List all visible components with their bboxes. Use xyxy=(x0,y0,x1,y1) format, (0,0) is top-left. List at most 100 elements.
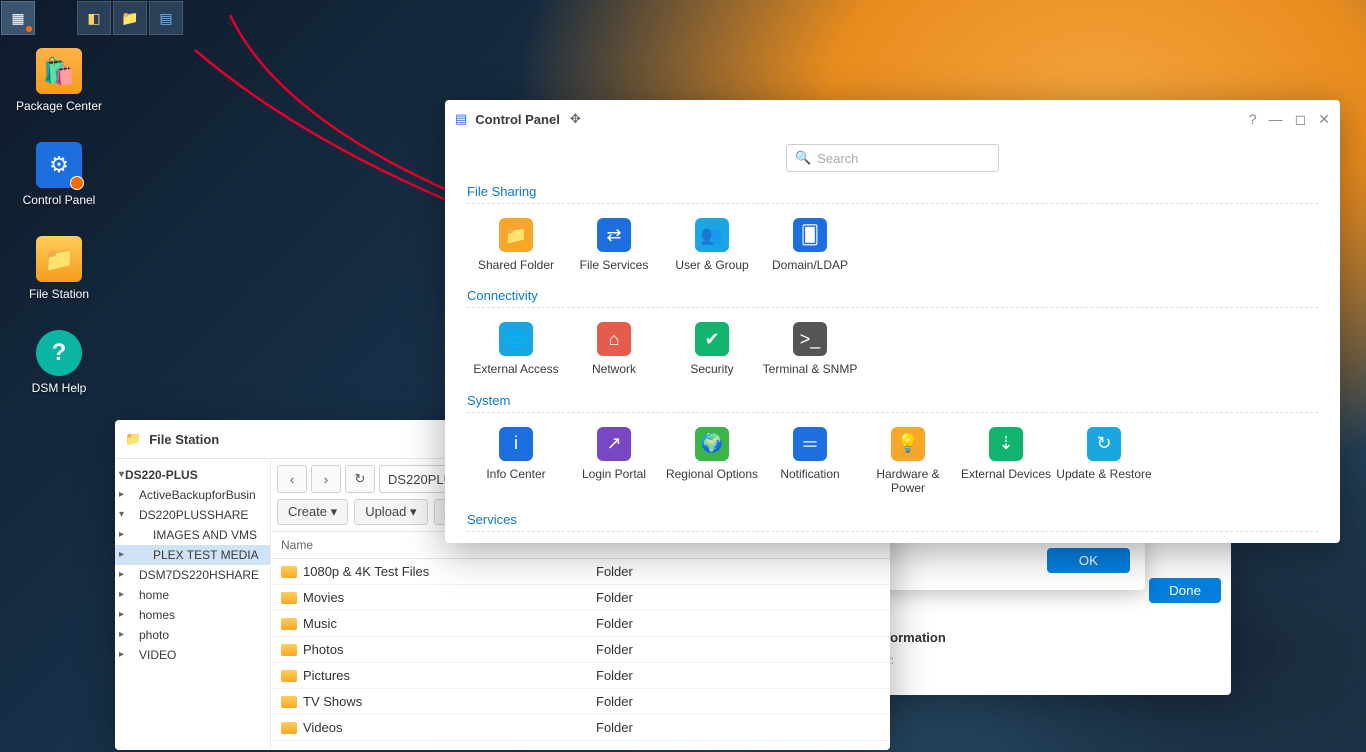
cp-item-user-group[interactable]: 👥 User & Group xyxy=(663,208,761,282)
icon-label: Package Center xyxy=(16,99,102,113)
window-title: File Station xyxy=(149,432,219,447)
cp-item-icon: ✔ xyxy=(695,322,729,356)
cp-item-icon: i xyxy=(499,427,533,461)
folder-icon xyxy=(281,566,297,578)
cp-item-label: Shared Folder xyxy=(478,258,554,272)
app-icon: ◧ xyxy=(87,10,100,27)
cp-item-hardware-power[interactable]: 💡Hardware & Power xyxy=(859,417,957,506)
file-row[interactable]: PhotosFolder xyxy=(271,637,890,663)
tree-node[interactable]: ▸IMAGES AND VMS xyxy=(115,525,270,545)
close-button[interactable]: ✕ xyxy=(1318,111,1330,128)
move-cursor-icon: ✥ xyxy=(570,111,581,127)
cp-item-label: Hardware & Power xyxy=(859,467,957,496)
section-connectivity: Connectivity xyxy=(467,288,1318,308)
ok-button[interactable]: OK xyxy=(1047,548,1130,573)
taskbar-app-2[interactable]: 📁 xyxy=(113,1,147,35)
taskbar-app-3[interactable]: ▤ xyxy=(149,1,183,35)
section-system: System xyxy=(467,393,1318,413)
file-row[interactable]: TV ShowsFolder xyxy=(271,689,890,715)
nav-forward-button[interactable]: › xyxy=(311,465,341,493)
cp-item-label: File Services xyxy=(580,258,649,272)
cp-item-file-services[interactable]: ⇄ File Services xyxy=(565,208,663,282)
cp-item-icon: 🌐 xyxy=(499,322,533,356)
help-button[interactable]: ? xyxy=(1249,111,1257,128)
cp-item-network[interactable]: ⌂Network xyxy=(565,312,663,386)
file-row[interactable]: PicturesFolder xyxy=(271,663,890,689)
desktop: ▦ ◧ 📁 ▤ 🛍️ Package Center ⚙ Control Pane… xyxy=(0,0,1366,752)
cp-item-external-access[interactable]: 🌐 External Access xyxy=(467,312,565,386)
file-row[interactable]: VideosFolder xyxy=(271,715,890,741)
tree-root[interactable]: ▾DS220-PLUS xyxy=(115,465,270,485)
cp-item-icon: ⇄ xyxy=(597,218,631,252)
tree-node[interactable]: ▸home xyxy=(115,585,270,605)
cp-item-icon: 🂠 xyxy=(793,218,827,252)
icon-label: DSM Help xyxy=(32,381,87,395)
cp-item-label: User & Group xyxy=(675,258,748,272)
tree-node[interactable]: ▸ActiveBackupforBusin xyxy=(115,485,270,505)
folder-icon: 📁 xyxy=(121,10,138,27)
cp-item-icon: 🌍 xyxy=(695,427,729,461)
cp-item-label: Domain/LDAP xyxy=(772,258,848,272)
chevron-down-icon: ▾ xyxy=(410,504,417,519)
taskbar: ▦ ◧ 📁 ▤ xyxy=(0,0,184,32)
cp-item-icon: 📁 xyxy=(499,218,533,252)
window-title: Control Panel xyxy=(475,112,560,127)
section-file-sharing: File Sharing xyxy=(467,184,1318,204)
tree-node[interactable]: ▸DSM7DS220HSHARE xyxy=(115,565,270,585)
folder-icon xyxy=(281,722,297,734)
nav-refresh-button[interactable]: ↻ xyxy=(345,465,375,493)
desktop-icon-package-center[interactable]: 🛍️ Package Center xyxy=(14,48,104,113)
cp-item-terminal-snmp[interactable]: >_Terminal & SNMP xyxy=(761,312,859,386)
folder-icon xyxy=(281,696,297,708)
control-panel-titlebar[interactable]: ▤ Control Panel ✥ ? — ◻ ✕ xyxy=(445,100,1340,138)
upload-button[interactable]: Upload ▾ xyxy=(354,499,427,525)
maximize-button[interactable]: ◻ xyxy=(1295,111,1307,128)
tree-node[interactable]: ▸VIDEO xyxy=(115,645,270,665)
cp-item-notification[interactable]: ＝Notification xyxy=(761,417,859,506)
tree-node[interactable]: ▾DS220PLUSSHARE xyxy=(115,505,270,525)
create-button[interactable]: Create ▾ xyxy=(277,499,348,525)
cp-item-icon: ↻ xyxy=(1087,427,1121,461)
folder-icon xyxy=(281,592,297,604)
cp-item-domain-ldap[interactable]: 🂠 Domain/LDAP xyxy=(761,208,859,282)
done-button[interactable]: Done xyxy=(1149,578,1221,603)
folder-icon xyxy=(281,618,297,630)
nav-back-button[interactable]: ‹ xyxy=(277,465,307,493)
cp-item-label: External Access xyxy=(473,362,558,376)
desktop-icon-file-station[interactable]: 📁 File Station xyxy=(14,236,104,301)
folder-icon: 📁 xyxy=(125,431,141,447)
taskbar-main-menu[interactable]: ▦ xyxy=(1,1,35,35)
folder-icon xyxy=(281,644,297,656)
section-services: Services xyxy=(467,512,1318,532)
file-row[interactable]: MusicFolder xyxy=(271,611,890,637)
control-panel-window: ▤ Control Panel ✥ ? — ◻ ✕ 🔍 Search File … xyxy=(445,100,1340,543)
cp-item-label: External Devices xyxy=(961,467,1051,481)
cp-item-icon: ⇣ xyxy=(989,427,1023,461)
cp-item-label: Notification xyxy=(780,467,839,481)
cp-item-label: Network xyxy=(592,362,636,376)
cp-item-login-portal[interactable]: ↗Login Portal xyxy=(565,417,663,506)
desktop-icon-control-panel[interactable]: ⚙ Control Panel xyxy=(14,142,104,207)
cp-item-shared-folder[interactable]: 📁 Shared Folder xyxy=(467,208,565,282)
file-row[interactable]: 1080p & 4K Test FilesFolder xyxy=(271,559,890,585)
tree-node[interactable]: ▸PLEX TEST MEDIA xyxy=(115,545,270,565)
minimize-button[interactable]: — xyxy=(1269,111,1283,128)
search-input[interactable]: 🔍 Search xyxy=(786,144,999,172)
cp-item-label: Update & Restore xyxy=(1056,467,1151,481)
cp-item-regional-options[interactable]: 🌍 Regional Options xyxy=(663,417,761,506)
cp-item-external-devices[interactable]: ⇣ External Devices xyxy=(957,417,1055,506)
cp-item-security[interactable]: ✔ Security xyxy=(663,312,761,386)
cp-item-update-restore[interactable]: ↻ Update & Restore xyxy=(1055,417,1153,506)
taskbar-app-1[interactable]: ◧ xyxy=(77,1,111,35)
cp-item-icon: 👥 xyxy=(695,218,729,252)
cp-item-info-center[interactable]: i Info Center xyxy=(467,417,565,506)
icon-label: File Station xyxy=(29,287,89,301)
panel-icon: ▤ xyxy=(455,111,467,127)
cp-item-label: Info Center xyxy=(486,467,545,481)
cp-item-label: Security xyxy=(690,362,733,376)
tree-node[interactable]: ▸homes xyxy=(115,605,270,625)
file-row[interactable]: MoviesFolder xyxy=(271,585,890,611)
cp-item-label: Regional Options xyxy=(666,467,758,481)
desktop-icon-dsm-help[interactable]: ? DSM Help xyxy=(14,330,104,395)
tree-node[interactable]: ▸photo xyxy=(115,625,270,645)
